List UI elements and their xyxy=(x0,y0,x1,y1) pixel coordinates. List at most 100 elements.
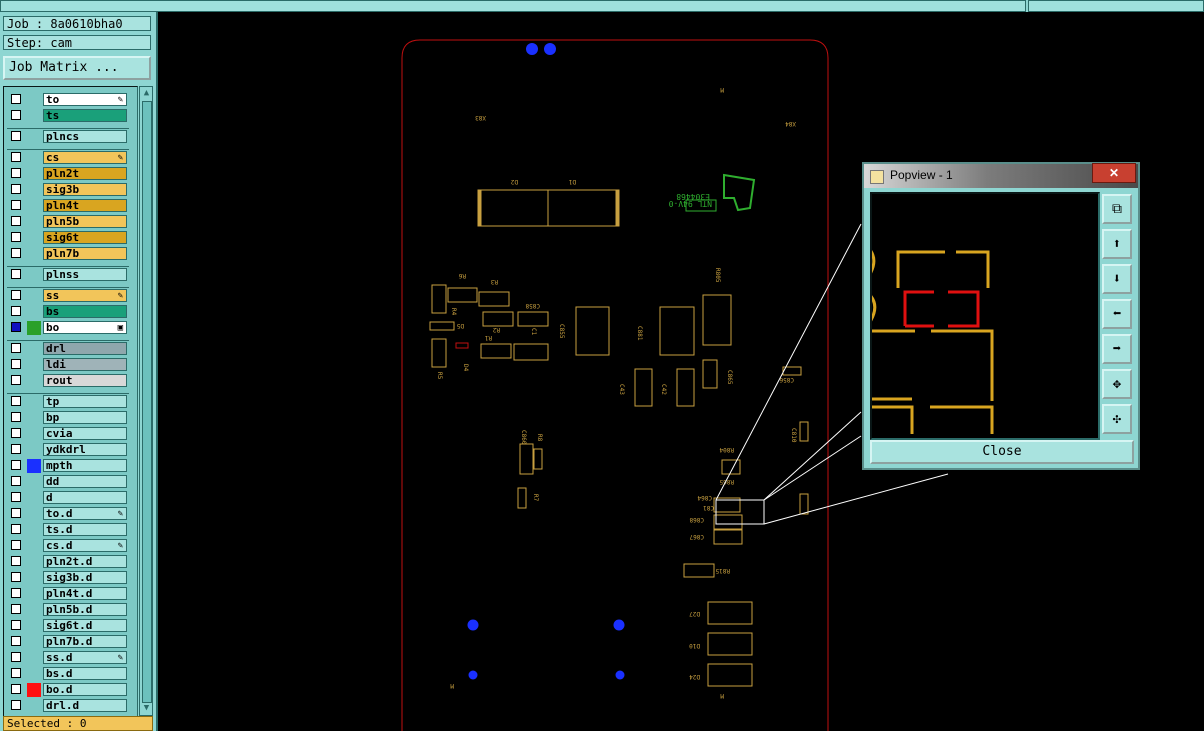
job-matrix-button[interactable]: Job Matrix ... xyxy=(3,56,151,80)
layer-name[interactable]: cvia xyxy=(43,427,127,440)
layer-visibility-checkbox[interactable] xyxy=(11,306,21,316)
layer-row[interactable]: drl xyxy=(7,340,129,356)
layer-visibility-checkbox[interactable] xyxy=(11,700,21,710)
layer-row[interactable]: pln4t xyxy=(7,199,129,213)
layer-visibility-checkbox[interactable] xyxy=(11,476,21,486)
pan-down-icon[interactable]: ⬇ xyxy=(1102,264,1132,294)
layer-color-swatch[interactable] xyxy=(27,151,41,165)
layer-row[interactable]: ydkdrl xyxy=(7,443,129,457)
layer-color-swatch[interactable] xyxy=(27,215,41,229)
layer-name[interactable]: to ✎ xyxy=(43,93,127,106)
layer-visibility-checkbox[interactable] xyxy=(11,232,21,242)
popview-zoom-view[interactable] xyxy=(863,192,1100,440)
layer-name[interactable]: ydkdrl xyxy=(43,443,127,456)
layer-color-swatch[interactable] xyxy=(27,539,41,553)
layer-name[interactable]: cs.d ✎ xyxy=(43,539,127,552)
layer-name[interactable]: bs.d xyxy=(43,667,127,680)
layer-color-swatch[interactable] xyxy=(27,667,41,681)
layer-color-swatch[interactable] xyxy=(27,587,41,601)
layer-visibility-checkbox[interactable] xyxy=(11,343,21,353)
layer-row[interactable]: plnss xyxy=(7,266,129,282)
layer-name[interactable]: ts.d xyxy=(43,523,127,536)
scroll-up-icon[interactable]: ▲ xyxy=(141,88,152,99)
layer-name[interactable]: ts xyxy=(43,109,127,122)
layer-name[interactable]: bo.d xyxy=(43,683,127,696)
layer-visibility-checkbox[interactable] xyxy=(11,375,21,385)
layer-visibility-checkbox[interactable] xyxy=(11,588,21,598)
layer-name[interactable]: pln5b.d xyxy=(43,603,127,616)
layer-name[interactable]: sig6t.d xyxy=(43,619,127,632)
layer-color-swatch[interactable] xyxy=(27,93,41,107)
layer-color-swatch[interactable] xyxy=(27,374,41,388)
layer-visibility-checkbox[interactable] xyxy=(11,168,21,178)
layer-color-swatch[interactable] xyxy=(27,167,41,181)
layer-color-swatch[interactable] xyxy=(27,109,41,123)
layer-color-swatch[interactable] xyxy=(27,411,41,425)
layer-row[interactable]: ss.d ✎ xyxy=(7,651,129,665)
layer-color-swatch[interactable] xyxy=(27,635,41,649)
layer-visibility-checkbox[interactable] xyxy=(11,636,21,646)
layer-row[interactable]: pln2t xyxy=(7,167,129,181)
layer-list-scrollbar[interactable]: ▲ ▼ xyxy=(139,86,153,716)
layer-visibility-checkbox[interactable] xyxy=(11,556,21,566)
layer-name[interactable]: pln4t xyxy=(43,199,127,212)
pan-up-icon[interactable]: ⬆ xyxy=(1102,229,1132,259)
layer-row[interactable]: to.d ✎ xyxy=(7,507,129,521)
zoom-fit-icon[interactable]: ✥ xyxy=(1102,369,1132,399)
layer-color-swatch[interactable] xyxy=(27,683,41,697)
layer-color-swatch[interactable] xyxy=(27,231,41,245)
layer-visibility-checkbox[interactable] xyxy=(11,322,21,332)
layer-name[interactable]: cs ✎ xyxy=(43,151,127,164)
layer-visibility-checkbox[interactable] xyxy=(11,620,21,630)
layer-color-swatch[interactable] xyxy=(27,699,41,713)
layer-color-swatch[interactable] xyxy=(27,571,41,585)
layer-color-swatch[interactable] xyxy=(27,459,41,473)
layer-color-swatch[interactable] xyxy=(27,427,41,441)
layer-name[interactable]: tp xyxy=(43,395,127,408)
layer-name[interactable]: pln2t.d xyxy=(43,555,127,568)
layer-visibility-checkbox[interactable] xyxy=(11,396,21,406)
layer-color-swatch[interactable] xyxy=(27,268,41,282)
layer-row[interactable]: pln7b xyxy=(7,247,129,261)
layer-row[interactable]: plncs xyxy=(7,128,129,144)
layer-row[interactable]: drl.d xyxy=(7,699,129,713)
layer-visibility-checkbox[interactable] xyxy=(11,290,21,300)
layer-visibility-checkbox[interactable] xyxy=(11,652,21,662)
layer-row[interactable]: tp xyxy=(7,393,129,409)
layer-visibility-checkbox[interactable] xyxy=(11,200,21,210)
layer-color-swatch[interactable] xyxy=(27,555,41,569)
layer-visibility-checkbox[interactable] xyxy=(11,460,21,470)
layer-color-swatch[interactable] xyxy=(27,507,41,521)
layer-color-swatch[interactable] xyxy=(27,619,41,633)
layer-row[interactable]: cs.d ✎ xyxy=(7,539,129,553)
layer-name[interactable]: sig3b.d xyxy=(43,571,127,584)
layer-row[interactable]: bs xyxy=(7,305,129,319)
layer-row[interactable]: sig6t xyxy=(7,231,129,245)
layer-list[interactable]: to ✎ ts plncs cs ✎ pln2t sig3b pln4t pln5b sig6t pl… xyxy=(3,86,138,718)
layer-name[interactable]: d xyxy=(43,491,127,504)
layer-name[interactable]: pln7b.d xyxy=(43,635,127,648)
scroll-thumb[interactable] xyxy=(142,101,152,703)
layer-color-swatch[interactable] xyxy=(27,305,41,319)
layer-color-swatch[interactable] xyxy=(27,342,41,356)
layer-row[interactable]: bo ▣ xyxy=(7,321,129,335)
layer-visibility-checkbox[interactable] xyxy=(11,668,21,678)
layer-name[interactable]: pln7b xyxy=(43,247,127,260)
layer-visibility-checkbox[interactable] xyxy=(11,572,21,582)
layer-row[interactable]: bo.d xyxy=(7,683,129,697)
layer-visibility-checkbox[interactable] xyxy=(11,248,21,258)
layer-name[interactable]: ss.d ✎ xyxy=(43,651,127,664)
layer-row[interactable]: pln2t.d xyxy=(7,555,129,569)
layer-name[interactable]: ldi xyxy=(43,358,127,371)
layer-row[interactable]: cs ✎ xyxy=(7,149,129,165)
layer-name[interactable]: pln4t.d xyxy=(43,587,127,600)
layer-visibility-checkbox[interactable] xyxy=(11,428,21,438)
close-icon[interactable]: ✕ xyxy=(1092,163,1136,183)
layer-name[interactable]: dd xyxy=(43,475,127,488)
layer-visibility-checkbox[interactable] xyxy=(11,540,21,550)
layer-color-swatch[interactable] xyxy=(27,130,41,144)
layer-color-swatch[interactable] xyxy=(27,199,41,213)
layer-visibility-checkbox[interactable] xyxy=(11,110,21,120)
layer-name[interactable]: ss ✎ xyxy=(43,289,127,302)
layer-row[interactable]: mpth xyxy=(7,459,129,473)
